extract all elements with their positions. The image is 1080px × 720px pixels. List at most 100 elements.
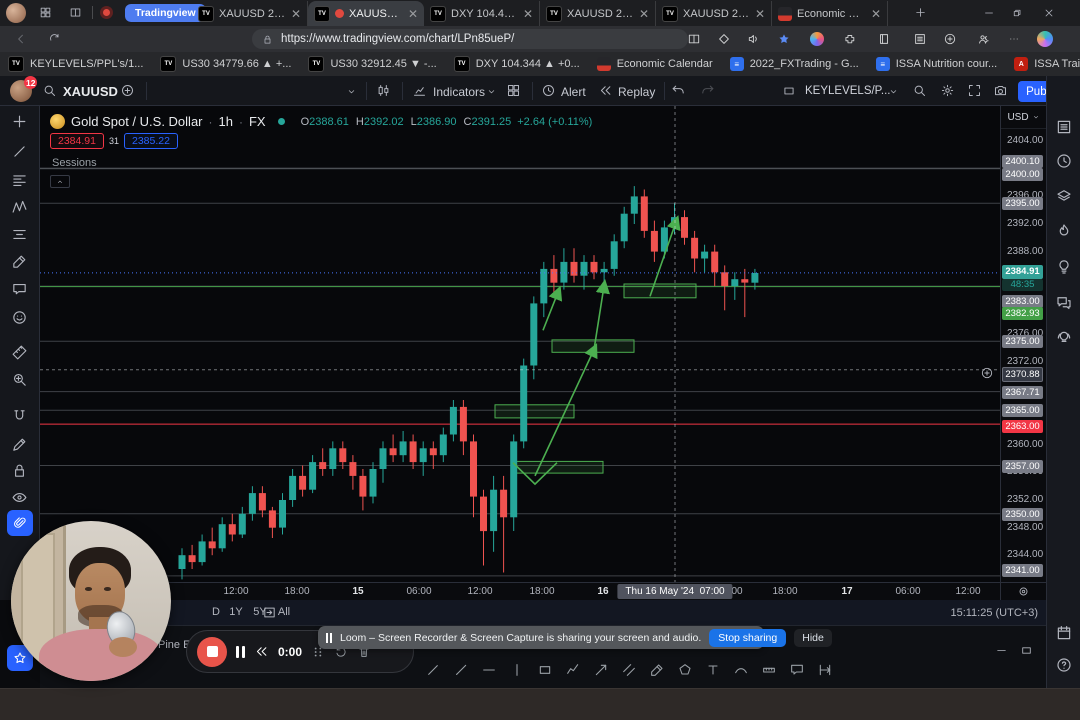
alert-label[interactable]: Alert: [561, 85, 586, 99]
range-All[interactable]: All: [278, 606, 290, 618]
profiles-icon[interactable]: [977, 32, 991, 46]
range-D[interactable]: D: [212, 606, 220, 618]
hotlists-icon[interactable]: [1055, 222, 1073, 240]
window-minimize-button[interactable]: [983, 7, 995, 19]
fav-tool-arrow-icon[interactable]: [593, 662, 609, 678]
fav-tool-rectangle-icon[interactable]: [537, 662, 553, 678]
panel-maximize-icon[interactable]: [1020, 644, 1033, 657]
fav-tool-polyline-icon[interactable]: [565, 662, 581, 678]
crosshair-tool-icon[interactable]: [11, 113, 28, 130]
pane-collapse-button[interactable]: [50, 175, 70, 188]
price-axis[interactable]: USD 2404.00 2396.00 2392.00 2388.00 2376.00 2…: [1000, 106, 1046, 600]
callout-tool-icon[interactable]: [11, 281, 28, 298]
symbol-title[interactable]: Gold Spot / U.S. Dollar: [71, 114, 203, 129]
panel-minimize-icon[interactable]: [995, 644, 1008, 657]
ideas-icon[interactable]: [1055, 258, 1073, 276]
back-button[interactable]: [14, 32, 28, 46]
tab-close-icon[interactable]: ✕: [523, 8, 533, 20]
collections-icon[interactable]: [877, 32, 891, 46]
symbol-exchange[interactable]: FX: [249, 114, 266, 129]
ask-box[interactable]: 2385.22: [123, 133, 178, 149]
range-1Y[interactable]: 1Y: [229, 606, 242, 618]
loom-rewind-button[interactable]: [254, 644, 269, 659]
url-text[interactable]: https://www.tradingview.com/chart/LPn85u…: [281, 33, 514, 45]
bookmark-item[interactable]: TV KEYLEVELS/PPL's/1...: [8, 56, 143, 72]
bookmark-item[interactable]: ≡ 2022_FXTrading - G...: [729, 57, 859, 71]
replay-label[interactable]: Replay: [618, 85, 655, 99]
settings-gear-icon[interactable]: [940, 83, 955, 98]
bookmark-item[interactable]: A ISSA Trainer.com: [1014, 57, 1080, 71]
dom-icon[interactable]: [1055, 187, 1073, 205]
stop-sharing-button[interactable]: Stop sharing: [709, 628, 787, 647]
fav-tool-curve-icon[interactable]: [733, 662, 749, 678]
timeframe-chevron-icon[interactable]: [346, 86, 357, 97]
tab-close-icon[interactable]: ✕: [871, 8, 881, 20]
bookmark-item[interactable]: Economic Calendar: [596, 57, 713, 71]
fav-tool-brush-icon[interactable]: [649, 662, 665, 678]
fib-retracement-tool-icon[interactable]: [11, 172, 28, 189]
add-alert-plus-icon[interactable]: [980, 366, 994, 380]
watchlist-icon[interactable]: [1055, 118, 1073, 136]
fav-tool-date-range-icon[interactable]: [817, 662, 833, 678]
bookmark-item[interactable]: TV US30 34779.66 ▲ +...: [160, 56, 291, 72]
pattern-tool-icon[interactable]: [11, 199, 28, 216]
zoom-in-tool-icon[interactable]: [11, 371, 28, 388]
read-aloud-icon[interactable]: [747, 32, 761, 46]
chat-icon[interactable]: [1055, 294, 1073, 312]
hide-drawings-icon[interactable]: [11, 489, 28, 506]
measure-tool-icon[interactable]: [11, 344, 28, 361]
layout-grid-icon[interactable]: [506, 83, 521, 98]
add-collection-icon[interactable]: [943, 32, 957, 46]
browser-essentials-icon[interactable]: [810, 32, 824, 46]
url-field[interactable]: https://www.tradingview.com/chart/LPn85u…: [252, 29, 688, 49]
chart-area[interactable]: Gold Spot / U.S. Dollar · 1h · FX O2388.…: [40, 106, 1000, 582]
position-tool-icon[interactable]: [11, 226, 28, 243]
layout-name[interactable]: KEYLEVELS/P...: [805, 85, 890, 97]
brush-tool-icon[interactable]: [11, 253, 28, 270]
scroll-to-realtime-icon[interactable]: [1017, 585, 1030, 598]
quick-search-icon[interactable]: [912, 83, 927, 98]
tab-close-icon[interactable]: ✕: [408, 8, 418, 20]
layout-save-icon[interactable]: [782, 84, 796, 98]
favorite-star-icon[interactable]: [777, 32, 791, 46]
server-clock[interactable]: 15:11:25 (UTC+3): [950, 607, 1038, 619]
tag-icon[interactable]: [717, 32, 731, 46]
compare-add-icon[interactable]: [120, 83, 135, 98]
loom-stop-record-button[interactable]: [197, 636, 227, 667]
indicators-chevron-icon[interactable]: [486, 86, 497, 97]
alert-clock-icon[interactable]: [541, 83, 556, 98]
time-axis[interactable]: 0012:0018:001506:0012:0018:00160018:0017…: [40, 582, 1000, 600]
bookmark-item[interactable]: ≡ ISSA Nutrition cour...: [875, 57, 997, 71]
symbol-interval[interactable]: 1h: [219, 114, 233, 129]
chart-style-icon[interactable]: [376, 83, 391, 98]
help-icon[interactable]: [1055, 656, 1073, 674]
bookmark-item[interactable]: TV US30 32912.45 ▼ -...: [308, 56, 437, 72]
window-restore-button[interactable]: [1011, 7, 1023, 19]
alerts-icon[interactable]: [1055, 152, 1073, 170]
bookmark-item[interactable]: TV DXY 104.344 ▲ +0...: [453, 56, 580, 72]
browser-tab[interactable]: TV XAUUSD 2384.91 ✕: [192, 1, 308, 26]
calendar-icon[interactable]: [1055, 624, 1073, 642]
hide-button[interactable]: Hide: [794, 628, 832, 647]
trend-line-tool-icon[interactable]: [11, 143, 28, 160]
fav-tool-vertical-line-icon[interactable]: [509, 662, 525, 678]
fav-tool-callout-icon[interactable]: [789, 662, 805, 678]
tab-close-icon[interactable]: ✕: [639, 8, 649, 20]
lock-drawings-icon[interactable]: [11, 462, 28, 479]
webcam-overlay[interactable]: [11, 521, 171, 681]
symbol-search-icon[interactable]: [42, 83, 57, 98]
indicators-icon[interactable]: [412, 83, 427, 98]
fav-tool-horizontal-line-icon[interactable]: [481, 662, 497, 678]
bid-box[interactable]: 2384.91: [50, 133, 104, 149]
snapshot-camera-icon[interactable]: [993, 83, 1008, 98]
browser-profile-avatar[interactable]: [6, 3, 26, 23]
undo-icon[interactable]: [671, 83, 686, 98]
fav-tool-measure-icon[interactable]: [761, 662, 777, 678]
replay-icon[interactable]: [598, 83, 613, 98]
copilot-icon[interactable]: [1037, 31, 1053, 47]
refresh-button[interactable]: [48, 32, 61, 45]
extensions-icon[interactable]: [843, 32, 857, 46]
new-tab-button[interactable]: [914, 6, 927, 19]
tab-close-icon[interactable]: ✕: [755, 8, 765, 20]
loom-pause-button[interactable]: [236, 645, 245, 658]
